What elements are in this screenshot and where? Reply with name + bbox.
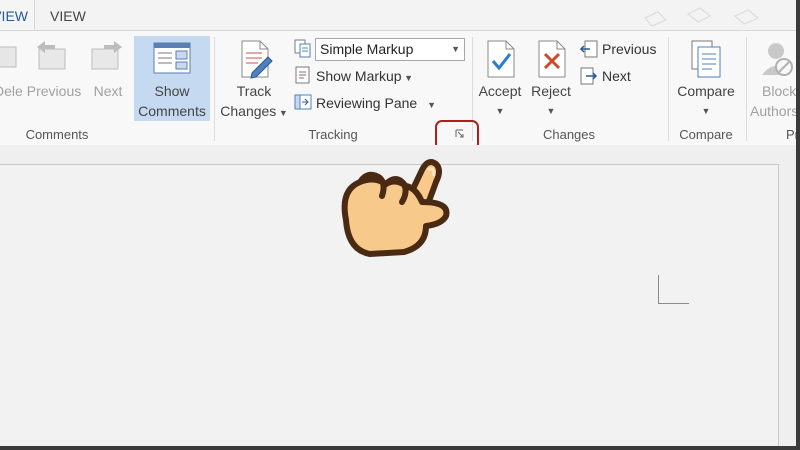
protect-group-label: Protect [786, 127, 796, 142]
ribbon-decoration-icon [644, 7, 760, 27]
delete-comment-icon [0, 46, 17, 68]
dropdown-caret-icon: ▼ [701, 106, 711, 116]
chevron-down-icon: ▼ [451, 44, 460, 54]
compare-group-label: Compare [679, 127, 733, 142]
display-for-review-select[interactable]: Simple Markup ▼ [315, 38, 465, 61]
reject-button[interactable]: Reject ▼ [523, 81, 579, 121]
accept-icon [487, 40, 515, 78]
next-comment-icon [91, 41, 122, 70]
previous-comment-button[interactable]: Previous [24, 81, 84, 101]
margin-corner-mark [658, 275, 689, 304]
tracking-group-label: Tracking [308, 127, 358, 142]
changes-group-label: Changes [542, 127, 596, 142]
reviewing-pane-button[interactable]: Reviewing Pane ▼ [316, 92, 436, 114]
dropdown-caret-icon: ▼ [495, 106, 505, 116]
show-comments-icon [153, 42, 191, 74]
block-authors-icon [762, 43, 793, 76]
compare-icon [691, 40, 721, 78]
next-comment-button[interactable]: Next [88, 81, 128, 101]
reviewing-pane-icon [294, 94, 312, 110]
word-window: REVIEW VIEW Delete Previous Next [0, 0, 796, 446]
track-changes-button[interactable]: Track Changes ▼ [218, 81, 290, 123]
group-separator [214, 37, 215, 141]
compare-button[interactable]: Compare ▼ [670, 81, 742, 121]
block-authors-button[interactable]: Block Authors [750, 81, 796, 121]
track-changes-icon [241, 40, 273, 79]
group-separator [746, 37, 747, 141]
display-for-review-icon [294, 39, 311, 58]
ribbon: Delete Previous Next Show Comments Comme… [0, 30, 796, 146]
ribbon-tab-strip: REVIEW VIEW [0, 0, 796, 30]
delete-comment-button[interactable]: Delete [0, 81, 22, 101]
dropdown-caret-icon: ▼ [276, 108, 288, 118]
previous-change-button[interactable]: Previous [602, 38, 656, 60]
comments-group-label: Comments [25, 127, 89, 142]
next-change-icon [580, 67, 598, 85]
dropdown-caret-icon: ▼ [427, 100, 437, 110]
dropdown-caret-icon: ▼ [546, 106, 556, 116]
tab-view[interactable]: VIEW [50, 0, 86, 30]
tab-review[interactable]: REVIEW [0, 0, 35, 30]
pointing-hand-icon [341, 159, 450, 257]
next-change-button[interactable]: Next [602, 65, 631, 87]
reject-icon [538, 40, 566, 78]
group-separator [668, 37, 669, 141]
accept-button[interactable]: Accept ▼ [472, 81, 528, 121]
dropdown-caret-icon: ▼ [401, 73, 414, 83]
show-markup-button[interactable]: Show Markup ▼ [316, 65, 413, 87]
previous-comment-icon [37, 41, 66, 70]
show-comments-label: Show Comments [138, 83, 206, 119]
show-markup-icon [295, 66, 310, 84]
previous-change-icon [579, 40, 598, 58]
